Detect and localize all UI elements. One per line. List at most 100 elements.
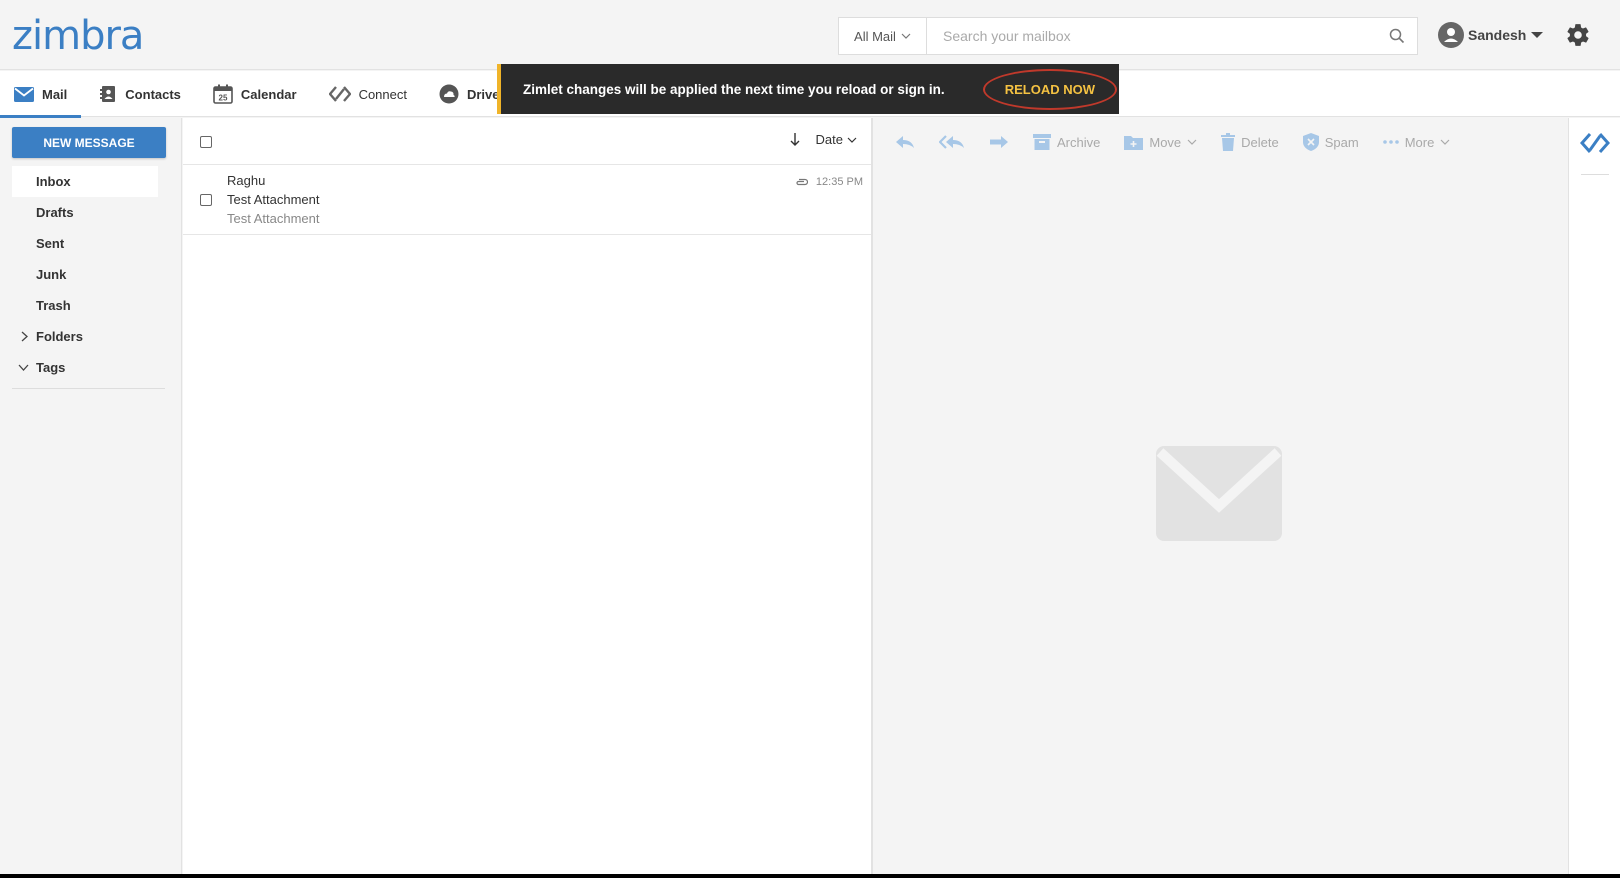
contacts-icon	[100, 86, 116, 102]
folder-label: Folders	[36, 329, 83, 344]
message-subject: Test Attachment	[227, 192, 320, 207]
chevron-down-icon	[1440, 139, 1450, 145]
sort-label: Date	[815, 132, 843, 147]
gear-icon	[1567, 24, 1589, 46]
search-button[interactable]	[1377, 18, 1417, 54]
move-button[interactable]: Move	[1124, 134, 1197, 150]
search-icon	[1389, 28, 1405, 44]
user-silhouette-icon	[1444, 28, 1458, 42]
more-button[interactable]: More	[1382, 134, 1451, 150]
rail-divider	[1581, 174, 1609, 175]
folder-label: Sent	[36, 236, 65, 251]
settings-button[interactable]	[1565, 22, 1591, 53]
user-name: Sandesh	[1468, 27, 1527, 43]
calendar-icon: 25	[213, 84, 233, 104]
sort-arrow-down-icon[interactable]	[790, 133, 800, 146]
new-message-button[interactable]: NEW MESSAGE	[12, 127, 166, 158]
zimbra-logo[interactable]: zimbra	[12, 12, 144, 60]
forward-button[interactable]	[989, 135, 1009, 149]
reading-pane: Archive Move Delete Spam More	[875, 118, 1567, 874]
archive-button[interactable]: Archive	[1033, 134, 1100, 150]
folder-sent[interactable]: Sent	[12, 228, 166, 259]
folder-list: Inbox Drafts Sent Junk Trash Folders Tag…	[12, 166, 166, 383]
search-scope-label: All Mail	[854, 28, 896, 44]
delete-label: Delete	[1241, 134, 1279, 150]
chevron-down-icon	[1187, 139, 1197, 145]
message-time: 12:35 PM	[815, 176, 863, 188]
empty-envelope-icon	[1156, 446, 1282, 546]
chevron-right-icon[interactable]	[21, 331, 28, 342]
spam-label: Spam	[1324, 134, 1359, 150]
spam-button[interactable]: Spam	[1302, 133, 1359, 151]
toast-message: Zimlet changes will be applied the next …	[523, 81, 945, 97]
reload-now-button[interactable]: RELOAD NOW	[982, 68, 1117, 110]
message-toolbar: Archive Move Delete Spam More	[895, 128, 1474, 156]
search-input[interactable]	[927, 18, 1377, 54]
app-header: zimbra All Mail Sandesh	[0, 0, 1620, 70]
chevron-down-icon	[901, 33, 911, 39]
folder-sidebar: NEW MESSAGE Inbox Drafts Sent Junk Trash…	[0, 118, 182, 874]
message-sender: Raghu	[227, 173, 266, 188]
message-meta: 12:35 PM	[795, 176, 863, 188]
message-checkbox[interactable]	[200, 194, 212, 206]
more-label: More	[1404, 134, 1435, 150]
tab-contacts[interactable]: Contacts	[85, 71, 195, 117]
sort-control[interactable]: Date	[790, 132, 857, 147]
reply-icon	[896, 136, 914, 148]
user-menu[interactable]: Sandesh	[1438, 20, 1544, 50]
tab-label: Contacts	[125, 86, 181, 102]
tab-connect[interactable]: Connect	[315, 71, 421, 117]
tab-calendar[interactable]: 25 Calendar	[199, 71, 311, 117]
folder-inbox[interactable]: Inbox	[12, 166, 158, 197]
folder-junk[interactable]: Junk	[12, 259, 166, 290]
select-all-checkbox[interactable]	[200, 136, 212, 148]
mail-icon	[14, 86, 34, 102]
message-preview: Test Attachment	[227, 211, 320, 226]
message-row[interactable]: Raghu Test Attachment Test Attachment 12…	[183, 165, 871, 235]
tags-group[interactable]: Tags	[12, 352, 166, 383]
tab-label: Mail	[42, 86, 68, 102]
folder-label: Tags	[36, 360, 66, 375]
folders-group[interactable]: Folders	[12, 321, 166, 352]
zimbra-app: zimbra All Mail Sandesh	[0, 0, 1620, 874]
folder-label: Drafts	[36, 205, 74, 220]
attachment-icon	[796, 178, 808, 186]
screen-bottom-edge	[0, 874, 1620, 878]
trash-icon	[1221, 133, 1236, 151]
tab-label: Drive	[466, 86, 500, 102]
folder-trash[interactable]: Trash	[12, 290, 166, 321]
folder-label: Inbox	[36, 174, 71, 189]
caret-down-icon	[1531, 32, 1544, 38]
folder-move-icon	[1124, 136, 1144, 150]
reply-all-button[interactable]	[939, 135, 965, 149]
sidebar-divider	[12, 388, 165, 389]
calendar-day: 25	[218, 94, 227, 103]
forward-icon	[990, 136, 1008, 148]
chevron-down-icon	[847, 137, 857, 143]
move-label: Move	[1149, 134, 1182, 150]
connect-icon	[1579, 133, 1611, 153]
search-bar: All Mail	[838, 17, 1418, 55]
reply-all-icon	[939, 135, 964, 149]
chevron-down-icon[interactable]	[18, 364, 29, 371]
connect-rail-button[interactable]	[1579, 132, 1611, 159]
tab-label: Calendar	[240, 86, 297, 102]
drive-icon	[439, 84, 459, 104]
tab-mail[interactable]: Mail	[0, 71, 82, 118]
avatar	[1438, 22, 1464, 48]
message-list: Date Raghu Test Attachment Test Attachme…	[183, 118, 873, 874]
message-list-header: Date	[183, 118, 871, 165]
right-rail	[1568, 118, 1620, 874]
shield-icon	[1302, 133, 1319, 151]
archive-icon	[1033, 134, 1051, 150]
folder-label: Trash	[36, 298, 71, 313]
folder-label: Junk	[36, 267, 67, 282]
tab-label: Connect	[358, 86, 407, 102]
reply-button[interactable]	[895, 135, 915, 149]
connect-icon	[328, 86, 351, 102]
search-scope-dropdown[interactable]: All Mail	[839, 18, 927, 54]
delete-button[interactable]: Delete	[1221, 133, 1279, 151]
zimlet-reload-toast: Zimlet changes will be applied the next …	[497, 64, 1119, 114]
folder-drafts[interactable]: Drafts	[12, 197, 166, 228]
more-dots-icon	[1382, 140, 1399, 144]
